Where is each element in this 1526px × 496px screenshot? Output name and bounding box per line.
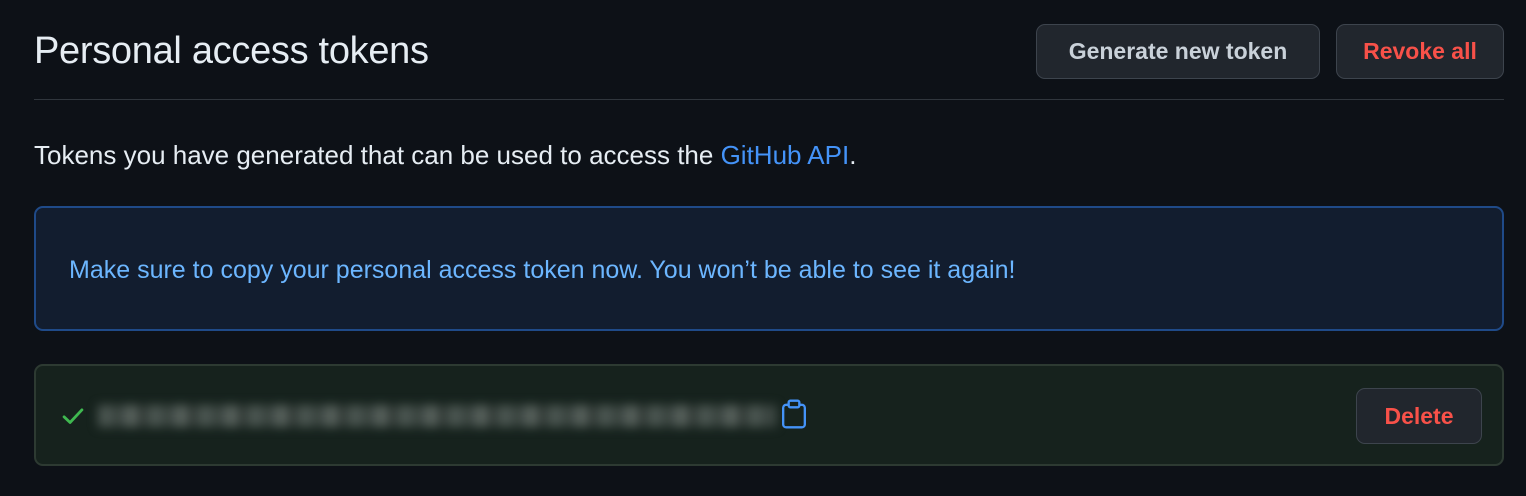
intro-text: Tokens you have generated that can be us… <box>34 138 856 172</box>
generate-new-token-button[interactable]: Generate new token <box>1036 24 1320 79</box>
intro-text-suffix: . <box>849 140 857 170</box>
redaction-blur <box>98 405 776 427</box>
delete-token-button[interactable]: Delete <box>1356 388 1482 444</box>
revoke-all-button[interactable]: Revoke all <box>1336 24 1504 79</box>
page-title: Personal access tokens <box>34 30 429 72</box>
token-row: Delete <box>34 364 1504 466</box>
flash-message: Make sure to copy your personal access t… <box>69 256 1016 284</box>
page-header: Personal access tokens Generate new toke… <box>34 24 1504 100</box>
flash-notice: Make sure to copy your personal access t… <box>34 206 1504 331</box>
github-api-link[interactable]: GitHub API <box>721 140 850 170</box>
token-value-redacted[interactable] <box>98 400 776 432</box>
check-icon <box>62 408 84 424</box>
page: Personal access tokens Generate new toke… <box>0 0 1526 496</box>
copy-icon[interactable] <box>780 399 808 429</box>
intro-text-body: Tokens you have generated that can be us… <box>34 140 721 170</box>
